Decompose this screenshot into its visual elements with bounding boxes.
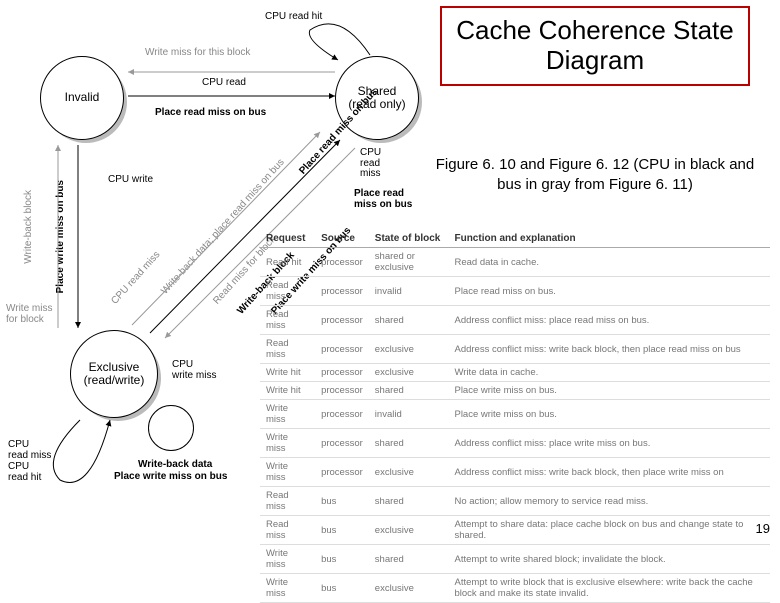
table-cell: Write data in cache. — [448, 364, 770, 382]
table-row: Read missbusexclusiveAttempt to share da… — [260, 516, 770, 545]
label-write-back-block: Write-back block — [24, 190, 35, 264]
table-row: Read missprocessorinvalidPlace read miss… — [260, 277, 770, 306]
table-cell: Place write miss on bus. — [448, 400, 770, 429]
table-cell: invalid — [369, 400, 449, 429]
state-invalid: Invalid — [40, 56, 124, 140]
label-cpu-read-hit-bottom: CPUread hit — [8, 462, 41, 483]
table-cell: shared — [369, 382, 449, 400]
table-cell: Address conflict miss: place read miss o… — [448, 306, 770, 335]
table-cell: exclusive — [369, 364, 449, 382]
table-cell: shared or exclusive — [369, 248, 449, 277]
table-cell: Read miss — [260, 277, 315, 306]
label-cpu-read-hit-top: CPU read hit — [265, 12, 322, 23]
state-exclusive-label: Exclusive (read/write) — [84, 361, 145, 387]
table-cell: bus — [315, 574, 369, 603]
table-cell: Place write miss on bus. — [448, 382, 770, 400]
table-cell: exclusive — [369, 458, 449, 487]
explanation-table: RequestSourceState of blockFunction and … — [260, 230, 770, 603]
table-cell: exclusive — [369, 516, 449, 545]
table-cell: Read miss — [260, 306, 315, 335]
table-cell: Address conflict miss: place write miss … — [448, 429, 770, 458]
table-header: Source — [315, 230, 369, 248]
label-diag-cpu-read-miss: CPU read miss — [110, 250, 163, 307]
table-cell: invalid — [369, 277, 449, 306]
table-cell: processor — [315, 429, 369, 458]
state-exclusive: Exclusive (read/write) — [70, 330, 158, 418]
table-row: Write missbussharedAttempt to write shar… — [260, 545, 770, 574]
table-row: Write missprocessorsharedAddress conflic… — [260, 429, 770, 458]
page-number: 19 — [756, 521, 770, 536]
table-header: Function and explanation — [448, 230, 770, 248]
table-cell: processor — [315, 458, 369, 487]
table-cell: shared — [369, 306, 449, 335]
label-place-read-miss: Place read miss on bus — [155, 108, 266, 119]
table-row: Write missbusexclusiveAttempt to write b… — [260, 574, 770, 603]
label-write-miss-for-block: Write miss for block — [6, 304, 52, 325]
label-cpu-write: CPU write — [108, 175, 153, 186]
table-cell: Attempt to write block that is exclusive… — [448, 574, 770, 603]
table-cell: Address conflict miss: write back block,… — [448, 458, 770, 487]
table-row: Write missprocessorexclusiveAddress conf… — [260, 458, 770, 487]
table-cell: processor — [315, 400, 369, 429]
label-write-miss-block: Write miss for this block — [145, 48, 250, 59]
table-cell: Write miss — [260, 400, 315, 429]
state-invalid-label: Invalid — [65, 91, 100, 104]
table-cell: Address conflict miss: write back block,… — [448, 335, 770, 364]
table-cell: Write miss — [260, 429, 315, 458]
table-header: Request — [260, 230, 315, 248]
table-row: Read missbussharedNo action; allow memor… — [260, 487, 770, 516]
label-cpu-read: CPU read — [202, 78, 246, 89]
coherence-table: RequestSourceState of blockFunction and … — [260, 230, 770, 603]
table-cell: processor — [315, 277, 369, 306]
label-cpu-write-miss: CPU write miss — [172, 360, 216, 381]
table-row: Read hitprocessorshared or exclusiveRead… — [260, 248, 770, 277]
label-place-write-miss-bottom: Place write miss on bus — [114, 472, 227, 483]
table-cell: Write miss — [260, 574, 315, 603]
table-row: Write hitprocessorsharedPlace write miss… — [260, 382, 770, 400]
table-cell: processor — [315, 364, 369, 382]
table-cell: bus — [315, 487, 369, 516]
table-row: Read missprocessorsharedAddress conflict… — [260, 306, 770, 335]
table-cell: Read miss — [260, 335, 315, 364]
table-cell: Attempt to write shared block; invalidat… — [448, 545, 770, 574]
table-cell: exclusive — [369, 574, 449, 603]
table-cell: Read miss — [260, 487, 315, 516]
table-cell: processor — [315, 306, 369, 335]
table-header: State of block — [369, 230, 449, 248]
table-cell: Read data in cache. — [448, 248, 770, 277]
table-cell: Place read miss on bus. — [448, 277, 770, 306]
table-row: Write hitprocessorexclusiveWrite data in… — [260, 364, 770, 382]
table-cell: bus — [315, 545, 369, 574]
slide-title: Cache Coherence State Diagram — [440, 6, 750, 86]
table-cell: processor — [315, 248, 369, 277]
state-aux-small — [148, 405, 194, 451]
table-cell: exclusive — [369, 335, 449, 364]
label-cpu-read-miss-right: CPU read miss — [360, 148, 381, 180]
table-cell: Write hit — [260, 364, 315, 382]
table-cell: processor — [315, 335, 369, 364]
table-cell: shared — [369, 429, 449, 458]
label-write-back-data: Write-back data — [138, 460, 212, 471]
label-place-read-miss-2: Place readmiss on bus — [354, 188, 412, 210]
table-cell: Read hit — [260, 248, 315, 277]
label-cpu-read-miss-bottom: CPUread miss — [8, 440, 51, 461]
table-cell: No action; allow memory to service read … — [448, 487, 770, 516]
figure-caption: Figure 6. 10 and Figure 6. 12 (CPU in bl… — [430, 155, 760, 196]
table-cell: shared — [369, 545, 449, 574]
table-cell: shared — [369, 487, 449, 516]
table-row: Read missprocessorexclusiveAddress confl… — [260, 335, 770, 364]
table-cell: Write miss — [260, 458, 315, 487]
table-cell: processor — [315, 382, 369, 400]
label-place-write-miss-v: Place write miss on bus — [56, 180, 67, 293]
table-cell: Write hit — [260, 382, 315, 400]
table-row: Write missprocessorinvalidPlace write mi… — [260, 400, 770, 429]
table-cell: Attempt to share data: place cache block… — [448, 516, 770, 545]
table-cell: Write miss — [260, 545, 315, 574]
table-cell: Read miss — [260, 516, 315, 545]
table-cell: bus — [315, 516, 369, 545]
